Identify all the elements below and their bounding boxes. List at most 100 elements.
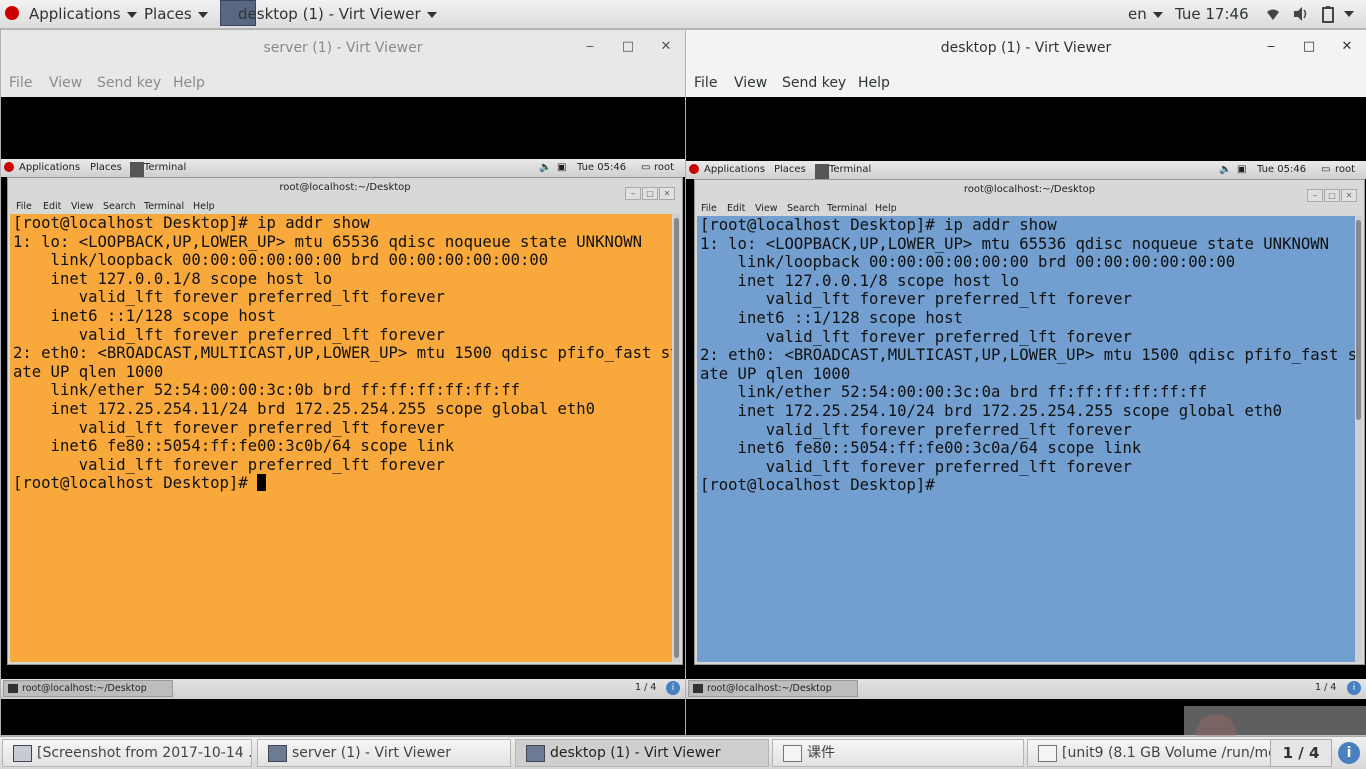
- clock[interactable]: Tue 17:46: [1175, 5, 1249, 23]
- menu-send-key[interactable]: Send key: [97, 75, 161, 91]
- guest-display[interactable]: Applications Places Terminal 🔈 ▣ Tue 05:…: [1, 97, 685, 735]
- menu-file[interactable]: File: [694, 75, 717, 91]
- terminal-menu-edit[interactable]: Edit: [43, 201, 61, 212]
- terminal-line: link/ether 52:54:00:00:3c:0a brd ff:ff:f…: [700, 383, 1207, 402]
- terminal-scrollbar[interactable]: [673, 214, 680, 662]
- terminal-scrollbar[interactable]: [1355, 216, 1362, 662]
- guest-display[interactable]: Applications Places Terminal 🔈 ▣ Tue 05:…: [686, 97, 1366, 735]
- scrollbar-thumb[interactable]: [674, 218, 679, 658]
- maximize-icon[interactable]: □: [619, 38, 637, 56]
- taskbar-item-courseware[interactable]: 课件: [772, 739, 1024, 767]
- volume-icon[interactable]: 🔈: [1219, 164, 1231, 175]
- terminal-menu-help[interactable]: Help: [193, 201, 215, 212]
- menu-send-key[interactable]: Send key: [782, 75, 846, 91]
- top-panel: Applications Places desktop (1) - Virt V…: [0, 0, 1366, 29]
- taskbar-item-unit9[interactable]: [unit9 (8.1 GB Volume /run/medi...: [1027, 739, 1277, 767]
- guest-clock[interactable]: Tue 05:46: [577, 162, 626, 173]
- user-icon: ▭: [1321, 164, 1331, 175]
- battery-icon[interactable]: [1320, 5, 1336, 23]
- info-icon[interactable]: i: [1338, 742, 1360, 764]
- wifi-icon[interactable]: [1265, 6, 1281, 22]
- info-icon[interactable]: i: [1347, 681, 1361, 695]
- notification-ghost: [1184, 706, 1366, 736]
- terminal-menu-search[interactable]: Search: [787, 203, 820, 214]
- terminal-line: valid_lft forever preferred_lft forever: [13, 288, 445, 307]
- image-viewer-icon: [13, 745, 32, 762]
- guest-active-app[interactable]: Terminal: [829, 164, 871, 175]
- guest-applications-menu[interactable]: Applications: [19, 162, 80, 173]
- menu-help[interactable]: Help: [173, 75, 205, 91]
- terminal-menubar: File Edit View Search Terminal Help: [695, 200, 1364, 216]
- taskbar-item-screenshot[interactable]: [Screenshot from 2017-10-14 ...: [2, 739, 252, 767]
- places-menu[interactable]: Places: [144, 5, 208, 23]
- desktop-virt-viewer-window: desktop (1) - Virt Viewer ‒ □ ✕ File Vie…: [685, 29, 1366, 736]
- menu-help[interactable]: Help: [858, 75, 890, 91]
- guest-workspace-pager[interactable]: 1 / 4: [635, 682, 656, 693]
- terminal-line: 2: eth0: <BROADCAST,MULTICAST,UP,LOWER_U…: [13, 344, 672, 363]
- terminal-menu-file[interactable]: File: [16, 201, 32, 212]
- guest-bottom-panel: root@localhost:~/Desktop 1 / 4 i: [1, 679, 685, 699]
- guest-user[interactable]: root: [654, 162, 674, 173]
- menu-view[interactable]: View: [734, 75, 767, 91]
- terminal-output[interactable]: [root@localhost Desktop]# ip addr show 1:…: [10, 214, 672, 662]
- close-icon[interactable]: ✕: [657, 38, 675, 56]
- guest-taskbar-item[interactable]: root@localhost:~/Desktop: [688, 680, 858, 697]
- terminal-title: root@localhost:~/Desktop: [963, 184, 1096, 195]
- terminal-menu-terminal[interactable]: Terminal: [144, 201, 184, 212]
- terminal-menu-search[interactable]: Search: [103, 201, 136, 212]
- terminal-line: 1: lo: <LOOPBACK,UP,LOWER_UP> mtu 65536 …: [13, 232, 643, 251]
- virt-viewer-icon: [526, 745, 545, 762]
- close-icon[interactable]: ✕: [1338, 38, 1356, 56]
- scrollbar-thumb[interactable]: [1356, 220, 1361, 420]
- maximize-icon[interactable]: □: [1300, 38, 1318, 56]
- terminal-line: ate UP qlen 1000: [700, 364, 851, 383]
- guest-workspace-pager[interactable]: 1 / 4: [1315, 682, 1336, 693]
- active-window-menu[interactable]: desktop (1) - Virt Viewer: [238, 5, 437, 23]
- guest-places-menu[interactable]: Places: [90, 162, 122, 173]
- terminal-title: root@localhost:~/Desktop: [279, 182, 411, 193]
- terminal-menu-view[interactable]: View: [71, 201, 94, 212]
- redhat-logo-icon: [4, 162, 14, 172]
- volume-icon[interactable]: [1292, 6, 1310, 22]
- info-icon[interactable]: i: [666, 681, 680, 695]
- terminal-line: valid_lft forever preferred_lft forever: [13, 455, 445, 474]
- terminal-menu-view[interactable]: View: [755, 203, 778, 214]
- terminal-window: root@localhost:~/Desktop ‒ □ ✕ File Edit V…: [7, 177, 683, 665]
- terminal-line: inet 127.0.0.1/8 scope host lo: [13, 269, 333, 288]
- menu-file[interactable]: File: [9, 75, 32, 91]
- taskbar-item-label: desktop (1) - Virt Viewer: [550, 745, 721, 761]
- text-cursor: [257, 474, 267, 492]
- menu-view[interactable]: View: [49, 75, 82, 91]
- network-icon[interactable]: ▣: [1237, 164, 1246, 175]
- terminal-output[interactable]: [root@localhost Desktop]# ip addr show 1:…: [697, 216, 1355, 662]
- guest-places-menu[interactable]: Places: [774, 164, 806, 175]
- guest-applications-menu[interactable]: Applications: [704, 164, 765, 175]
- minimize-icon[interactable]: ‒: [581, 38, 599, 56]
- terminal-menu-file[interactable]: File: [701, 203, 717, 214]
- terminal-menu-edit[interactable]: Edit: [727, 203, 745, 214]
- guest-top-panel: Applications Places Terminal 🔈 ▣ Tue 05:…: [1, 159, 685, 179]
- guest-active-app[interactable]: Terminal: [144, 162, 186, 173]
- terminal-line: inet6 fe80::5054:ff:fe00:3c0b/64 scope l…: [13, 437, 455, 456]
- virt-viewer-icon: [268, 745, 287, 762]
- language-selector[interactable]: en: [1128, 5, 1163, 23]
- guest-clock[interactable]: Tue 05:46: [1257, 164, 1306, 175]
- volume-icon[interactable]: 🔈: [539, 162, 551, 173]
- redhat-logo-icon: [689, 164, 699, 174]
- taskbar-item-server-viewer[interactable]: server (1) - Virt Viewer: [257, 739, 511, 767]
- minimize-icon[interactable]: ‒: [1262, 38, 1280, 56]
- taskbar-item-label: 课件: [807, 745, 835, 761]
- guest-user[interactable]: root: [1335, 164, 1355, 175]
- system-menu-chevron-icon[interactable]: [1344, 11, 1354, 17]
- applications-menu[interactable]: Applications: [29, 5, 137, 23]
- network-icon[interactable]: ▣: [557, 162, 566, 173]
- bottom-taskbar: [Screenshot from 2017-10-14 ... server (…: [0, 736, 1366, 769]
- applications-label: Applications: [29, 5, 121, 23]
- guest-taskbar-item[interactable]: root@localhost:~/Desktop: [3, 680, 173, 697]
- terminal-menu-help[interactable]: Help: [875, 203, 897, 214]
- terminal-line: [root@localhost Desktop]#: [13, 474, 672, 493]
- taskbar-item-desktop-viewer[interactable]: desktop (1) - Virt Viewer: [515, 739, 769, 767]
- terminal-line: ate UP qlen 1000: [13, 362, 164, 381]
- workspace-pager[interactable]: 1 / 4: [1270, 739, 1332, 767]
- terminal-menu-terminal[interactable]: Terminal: [827, 203, 867, 214]
